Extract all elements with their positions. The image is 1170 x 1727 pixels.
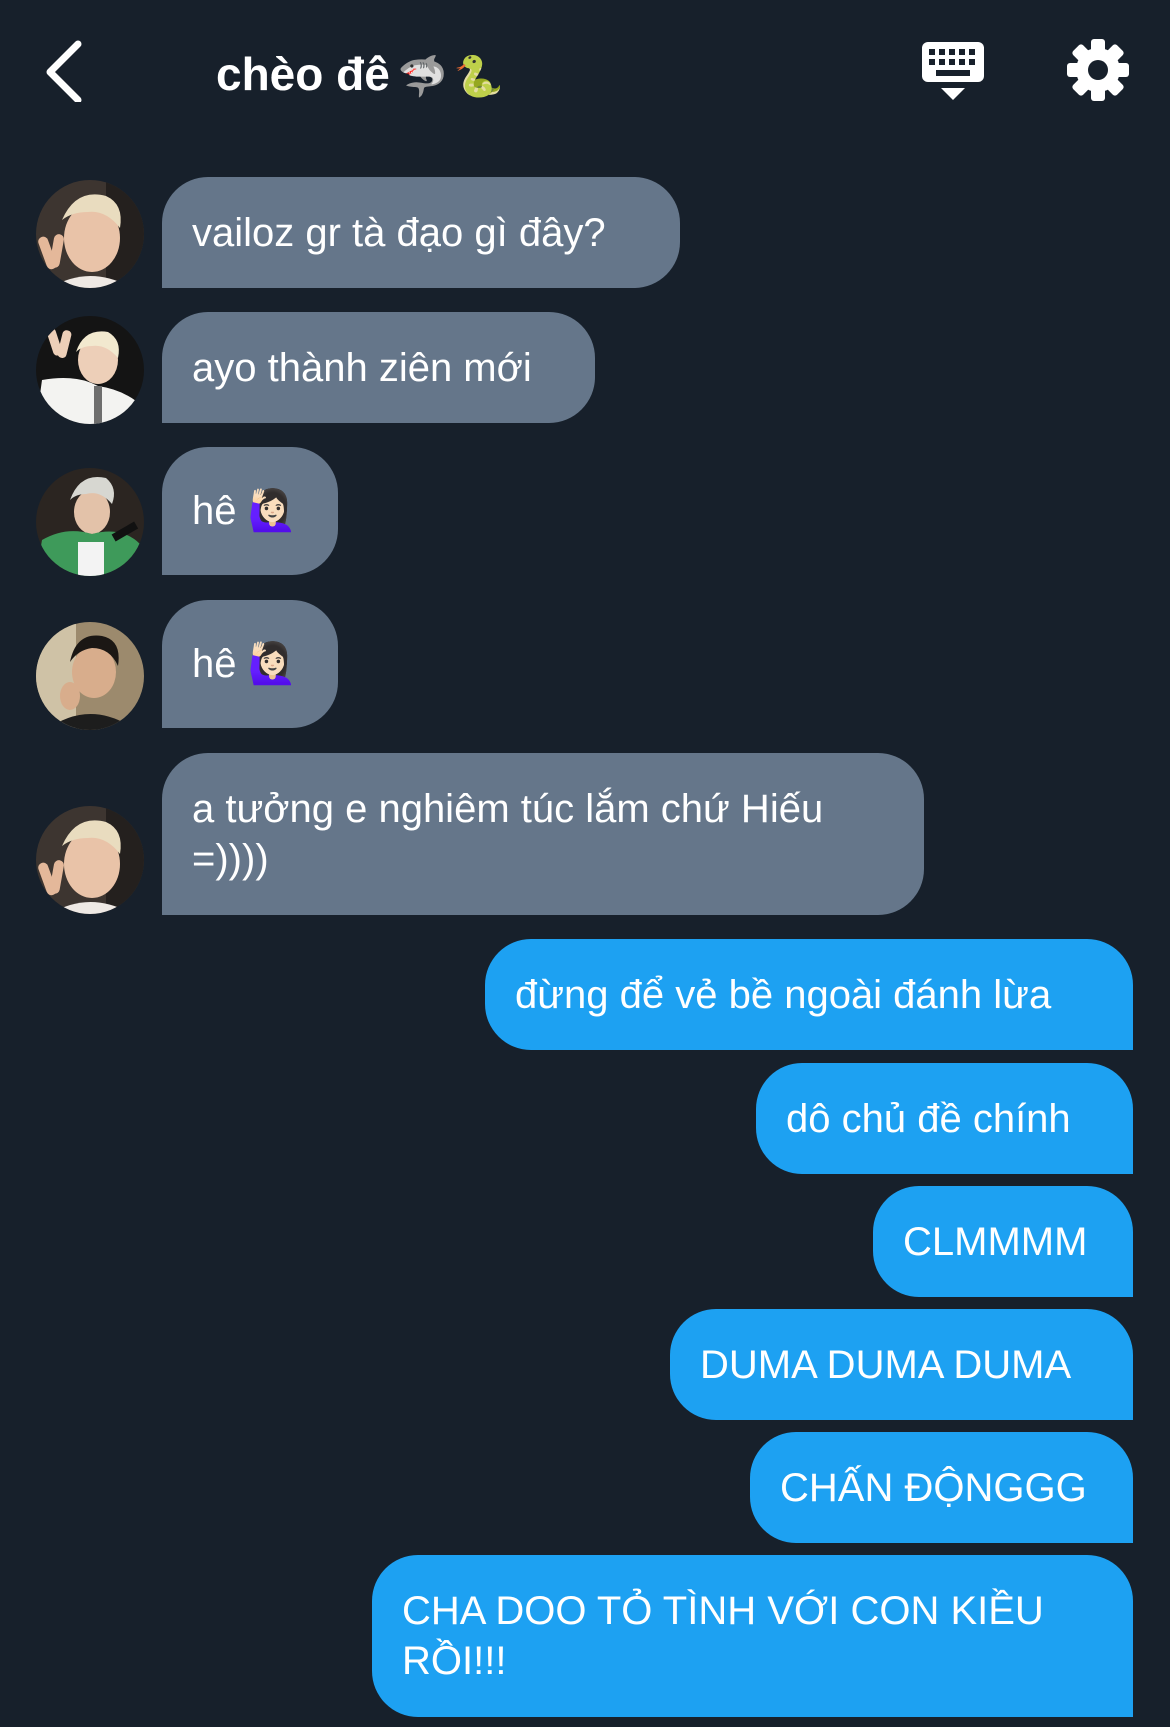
message-text: hê 🙋🏻‍♀️: [192, 642, 298, 686]
message-bubble-outgoing[interactable]: DUMA DUMA DUMA: [670, 1309, 1133, 1420]
back-button[interactable]: [40, 38, 96, 104]
avatar-green-jacket-icon: [36, 468, 144, 576]
message-bubble-outgoing[interactable]: dô chủ đề chính: [756, 1063, 1133, 1174]
message-text: đừng để vẻ bề ngoài đánh lừa: [515, 972, 1052, 1017]
message-bubble-incoming[interactable]: hê 🙋🏻‍♀️: [162, 447, 338, 575]
message-bubble-incoming[interactable]: ayo thành ziên mới: [162, 312, 595, 423]
message-text: ayo thành ziên mới: [192, 345, 532, 390]
message-text: CHA DOO TỎ TÌNH VỚI CON KIỀU RỒI!!!: [402, 1589, 1055, 1683]
avatar[interactable]: [36, 180, 144, 288]
chat-header: chèo đê 🦈🐍: [0, 0, 1170, 150]
message-text: hê 🙋🏻‍♀️: [192, 489, 298, 533]
avatar[interactable]: [36, 622, 144, 730]
message-text: CLMMMM: [903, 1219, 1088, 1264]
avatar[interactable]: [36, 806, 144, 914]
avatar[interactable]: [36, 468, 144, 576]
avatar-blond-peace-sign-icon: [36, 180, 144, 288]
keyboard-icon: [922, 42, 984, 100]
avatar-white-shirt-peace-sign-icon: [36, 316, 144, 424]
message-bubble-outgoing[interactable]: CHA DOO TỎ TÌNH VỚI CON KIỀU RỒI!!!: [372, 1555, 1133, 1717]
avatar-blond-peace-sign-icon: [36, 806, 144, 914]
message-text: vailoz gr tà đạo gì đây?: [192, 210, 606, 255]
message-bubble-incoming[interactable]: hê 🙋🏻‍♀️: [162, 600, 338, 728]
chevron-left-icon: [46, 40, 82, 104]
chat-title-emoji: 🦈🐍: [397, 55, 510, 99]
message-text: a tưởng e nghiêm túc lắm chứ Hiếu =)))): [192, 787, 835, 881]
avatar-dark-hair-icon: [36, 622, 144, 730]
message-text: CHẤN ĐỘNGGG: [780, 1465, 1087, 1510]
message-text: dô chủ đề chính: [786, 1096, 1071, 1141]
message-bubble-incoming[interactable]: vailoz gr tà đạo gì đây?: [162, 177, 680, 288]
chat-title: chèo đê 🦈🐍: [216, 44, 509, 104]
message-bubble-outgoing[interactable]: đừng để vẻ bề ngoài đánh lừa: [485, 939, 1133, 1050]
gear-icon: [1067, 39, 1129, 101]
settings-button[interactable]: [1066, 38, 1130, 102]
message-bubble-incoming[interactable]: a tưởng e nghiêm túc lắm chứ Hiếu =)))): [162, 753, 924, 915]
message-bubble-outgoing[interactable]: CLMMMM: [873, 1186, 1133, 1297]
avatar[interactable]: [36, 316, 144, 424]
message-bubble-outgoing[interactable]: CHẤN ĐỘNGGG: [750, 1432, 1133, 1543]
keyboard-button[interactable]: [920, 40, 986, 106]
chat-title-text: chèo đê: [216, 48, 390, 100]
message-text: DUMA DUMA DUMA: [700, 1342, 1072, 1387]
